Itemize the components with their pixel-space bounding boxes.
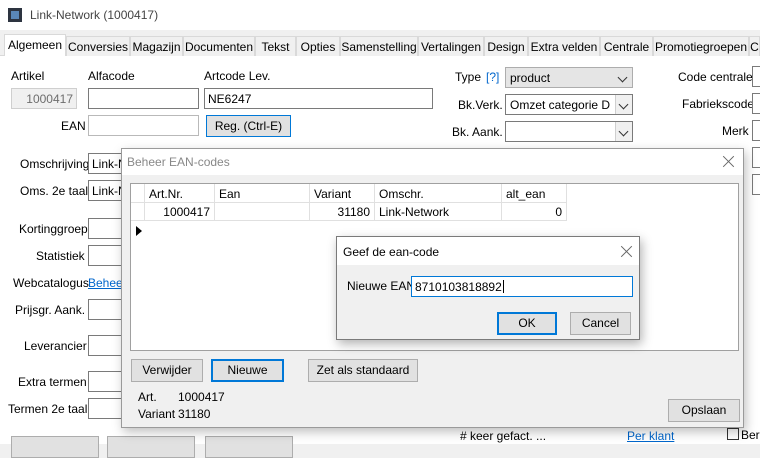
bk-verk-select[interactable]: Omzet categorie D [505,94,633,115]
tab-samenstelling[interactable]: Samenstelling [340,36,418,56]
tab-promotiegroepen[interactable]: Promotiegroepen [653,36,749,56]
text-caret [502,280,504,293]
new-ean-title: Geef de ean-code [343,245,440,259]
close-icon[interactable] [721,154,737,170]
bottom-button-3[interactable] [205,436,293,458]
bere-label: Bere [741,428,760,442]
chevron-down-icon [615,68,632,87]
new-ean-dialog: Geef de ean-code Nieuwe EAN 871010381889… [336,236,640,340]
kortinggroep-label: Kortinggroep [19,222,88,236]
cancel-button[interactable]: Cancel [570,312,631,335]
window-title: Link-Network (1000417) [30,8,159,22]
tab-overflow[interactable]: C [749,36,760,56]
type-help-link[interactable]: [?] [486,70,499,84]
artikel-label: Artikel [11,69,45,83]
artcode-lev-label: Artcode Lev. [204,69,271,83]
register-ean-button[interactable]: Reg. (Ctrl-E) [206,115,291,137]
tab-extra-velden[interactable]: Extra velden [528,36,600,56]
column-header-variant[interactable]: Variant [310,184,375,203]
footer-variant-label: Variant [138,407,176,421]
oms-2e-taal-label: Oms. 2e taal [20,184,89,198]
code-centrale-field[interactable] [752,66,760,87]
keer-gefact-label: # keer gefact. ... [460,429,547,443]
delete-button[interactable]: Verwijder [131,359,203,382]
tab-strip: Algemeen Conversies Magazijn Documenten … [0,34,760,57]
app-icon [8,8,22,22]
extra-termen-label: Extra termen [18,375,87,389]
bere-checkbox[interactable] [727,428,739,440]
fabriekscode-label: Fabriekscode [682,97,755,111]
bk-verk-label: Bk.Verk. [458,98,503,112]
new-ean-value: 8710103818892 [415,280,502,294]
footer-variant-value: 31180 [178,407,211,421]
type-select[interactable]: product [505,67,633,88]
tab-tekst[interactable]: Tekst [255,36,296,56]
per-klant-link[interactable]: Per klant [627,429,674,443]
ean-field[interactable] [88,115,199,136]
cell-ean[interactable] [215,203,310,221]
cell-variant[interactable]: 31180 [310,203,375,221]
tab-design[interactable]: Design [484,36,528,56]
bottom-button-2[interactable] [107,436,195,458]
webcatalogus-label: Webcatalogus [13,276,89,290]
alfacode-label: Alfacode [88,69,135,83]
chevron-down-icon [615,95,632,114]
footer-art-label: Art. [138,390,157,404]
tab-magazijn[interactable]: Magazijn [130,36,183,56]
grid-corner [131,184,145,203]
right-field-4[interactable] [752,147,760,168]
tab-conversies[interactable]: Conversies [66,36,130,56]
title-bar: Link-Network (1000417) [0,0,760,30]
leverancier-label: Leverancier [24,339,87,353]
column-header-artnr[interactable]: Art.Nr. [145,184,215,203]
code-centrale-label: Code centrale [678,70,753,84]
cell-artnr[interactable]: 1000417 [145,203,215,221]
new-ean-titlebar: Geef de ean-code [337,237,639,265]
merk-field[interactable] [752,120,760,141]
tab-documenten[interactable]: Documenten [183,36,255,56]
statistiek-label: Statistiek [36,249,85,263]
new-ean-input[interactable]: 8710103818892 [411,276,633,297]
ean-manager-title: Beheer EAN-codes [127,155,230,169]
ean-manager-titlebar: Beheer EAN-codes [122,149,743,175]
column-header-alt-ean[interactable]: alt_ean [502,184,567,203]
bk-aank-select[interactable] [505,121,633,142]
row-selector[interactable] [131,203,145,236]
set-default-button[interactable]: Zet als standaard [308,359,418,382]
bottom-button-1[interactable] [11,436,99,458]
type-select-value: product [510,71,551,85]
new-button[interactable]: Nieuwe [211,359,284,382]
merk-label: Merk [722,124,749,138]
column-header-ean[interactable]: Ean [215,184,310,203]
chevron-down-icon [615,122,632,141]
bk-verk-value: Omzet categorie D [510,98,611,112]
save-button[interactable]: Opslaan [668,399,740,422]
footer-art-value: 1000417 [178,390,225,404]
tab-algemeen[interactable]: Algemeen [4,34,66,57]
cell-omschr[interactable]: Link-Network [375,203,502,221]
cell-alt-ean[interactable]: 0 [502,203,567,221]
type-label: Type [455,70,482,84]
close-icon[interactable] [619,244,635,260]
tab-opties[interactable]: Opties [296,36,340,56]
row-pointer-icon [136,226,142,236]
new-ean-label: Nieuwe EAN [347,279,416,293]
right-field-5[interactable] [752,174,760,195]
artcode-lev-field[interactable]: NE6247 [204,88,433,109]
tab-centrale[interactable]: Centrale [600,36,653,56]
alfacode-field[interactable] [88,88,199,109]
column-header-omschr[interactable]: Omschr. [375,184,502,203]
bk-aank-label: Bk. Aank. [452,125,503,139]
ok-button[interactable]: OK [497,312,557,335]
ean-label: EAN [61,119,86,133]
prijsgr-aank-label: Prijsgr. Aank. [15,303,86,317]
fabriekscode-field[interactable] [752,93,760,114]
omschrijving-label: Omschrijving [20,157,90,171]
artikel-field: 1000417 [11,88,77,109]
tab-vertalingen[interactable]: Vertalingen [418,36,484,56]
termen-2e-taal-label: Termen 2e taal [8,402,88,416]
